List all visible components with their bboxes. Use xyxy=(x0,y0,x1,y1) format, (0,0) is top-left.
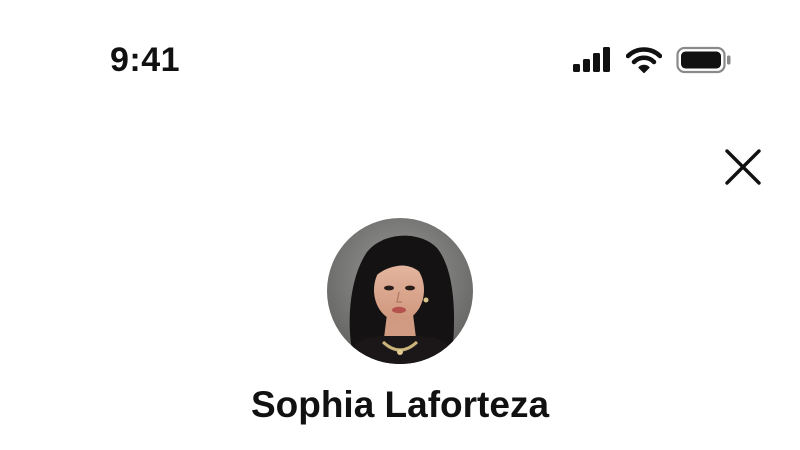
wifi-icon xyxy=(626,47,662,73)
status-icons xyxy=(572,44,732,76)
avatar[interactable] xyxy=(327,218,473,364)
status-time: 9:41 xyxy=(110,41,181,79)
profile-name: Sophia Laforteza xyxy=(250,384,550,425)
battery-icon xyxy=(676,46,732,74)
cellular-signal-icon xyxy=(572,47,612,73)
close-button[interactable] xyxy=(720,146,766,192)
close-icon xyxy=(723,147,763,192)
status-bar: 9:41 xyxy=(0,0,800,120)
